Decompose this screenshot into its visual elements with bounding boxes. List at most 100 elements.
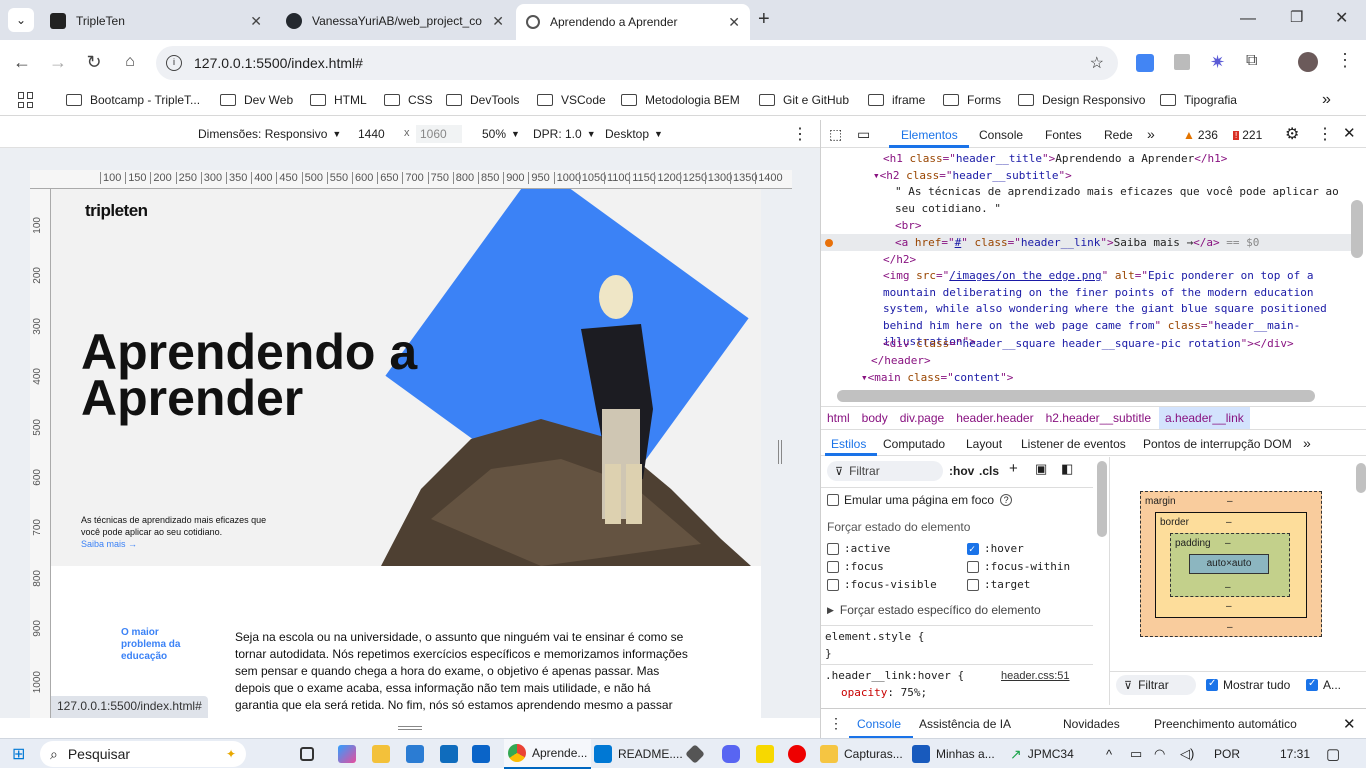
warnings-badge[interactable]: ▲ 236 <box>1183 128 1218 142</box>
extensions-puzzle-icon[interactable]: ⧉ <box>1246 52 1257 70</box>
width-input[interactable]: 1440 <box>356 125 400 143</box>
dom-line[interactable]: </h2> <box>883 252 916 269</box>
height-input[interactable]: 1060 <box>416 125 462 143</box>
sidebar-toggle-icon[interactable]: ◧ <box>1061 461 1073 477</box>
language-indicator[interactable]: POR <box>1214 739 1240 769</box>
box-content[interactable]: auto×auto <box>1189 554 1269 574</box>
hover-rule-selector[interactable]: .header__link:hover { <box>825 668 964 685</box>
address-bar[interactable]: i 127.0.0.1:5500/index.html# ☆ <box>156 46 1118 80</box>
outlook-icon[interactable] <box>472 739 496 769</box>
rule-declaration[interactable]: opacity: 75%; <box>841 685 927 702</box>
breadcrumb-item[interactable]: body <box>862 411 888 425</box>
volume-icon[interactable]: ◁) <box>1180 739 1194 769</box>
tab-sources[interactable]: Fontes <box>1045 128 1082 142</box>
discord-icon[interactable] <box>722 739 746 769</box>
taskbar-chrome[interactable]: Aprende... <box>504 739 592 769</box>
close-window-button[interactable]: ✕ <box>1335 8 1348 28</box>
bookmark-item[interactable]: VSCode <box>537 84 606 116</box>
tab-computed[interactable]: Computado <box>883 437 945 451</box>
dom-line[interactable]: ▾<h2 class="header__subtitle"> <box>873 168 1072 185</box>
settings-gear-icon[interactable]: ⚙ <box>1285 124 1299 144</box>
close-drawer-icon[interactable]: ✕ <box>1343 715 1356 733</box>
bookmark-item[interactable]: Metodologia BEM <box>621 84 740 116</box>
dom-h-scrollbar[interactable] <box>837 390 1315 402</box>
bookmark-item[interactable]: DevTools <box>446 84 519 116</box>
tab-console[interactable]: Console <box>979 128 1023 142</box>
bookmark-item[interactable]: HTML <box>310 84 367 116</box>
tab-styles[interactable]: Estilos <box>831 437 866 451</box>
dom-scrollbar[interactable] <box>1351 200 1363 258</box>
new-rule-icon[interactable]: + <box>1009 460 1018 477</box>
breadcrumb-item[interactable]: div.page <box>900 411 944 425</box>
more-style-tabs-icon[interactable]: » <box>1303 435 1311 451</box>
box-border[interactable]: border – padding – auto×auto – – <box>1155 512 1307 618</box>
header-link[interactable]: Saiba mais → <box>81 539 137 549</box>
taskbar-word[interactable]: Minhas a... <box>912 739 995 769</box>
tab-event-listeners[interactable]: Listener de eventos <box>1021 437 1126 451</box>
dom-line[interactable]: <br> <box>895 218 922 235</box>
bookmark-item[interactable]: Design Responsivo <box>1018 84 1145 116</box>
task-view-icon[interactable] <box>300 739 320 769</box>
close-icon[interactable]: ✕ <box>250 13 262 30</box>
notifications-icon[interactable]: ▢ <box>1326 739 1340 769</box>
apps-grid-icon[interactable] <box>18 92 34 108</box>
taskbar-captures[interactable]: Capturas... <box>820 739 903 769</box>
site-info-icon[interactable]: i <box>166 55 182 71</box>
devtools-menu-icon[interactable]: ⋮ <box>1317 124 1333 144</box>
close-icon[interactable]: ✕ <box>728 14 740 31</box>
state-focus-visible-checkbox[interactable]: :focus-visible <box>827 577 937 594</box>
resize-handle-right[interactable] <box>778 440 782 464</box>
bookmark-item[interactable]: Forms <box>943 84 1001 116</box>
dom-line[interactable]: <div class="header__square header__squar… <box>883 336 1294 353</box>
styles-scrollbar[interactable] <box>1097 461 1107 537</box>
stock-widget[interactable]: ↗ JPMC34 <box>1010 739 1074 769</box>
extension-star-icon[interactable]: ✷ <box>1210 52 1225 73</box>
taskbar-vscode[interactable]: README.... <box>594 739 683 769</box>
state-active-checkbox[interactable]: :active <box>827 541 890 558</box>
translate-icon[interactable] <box>1136 54 1154 72</box>
show-all-checkbox[interactable]: Mostrar tudo <box>1206 678 1290 692</box>
home-icon[interactable]: ⌂ <box>116 48 144 76</box>
forward-icon[interactable]: → <box>44 48 72 76</box>
device-toggle-icon[interactable]: ▭ <box>857 126 870 143</box>
cls-toggle[interactable]: .cls <box>979 464 999 478</box>
tab-aprendendo[interactable]: Aprendendo a Aprender ✕ <box>516 4 750 40</box>
device-more-icon[interactable]: ⋮ <box>792 124 808 144</box>
hov-toggle[interactable]: :hov <box>949 464 974 478</box>
copilot-icon[interactable] <box>338 739 362 769</box>
emulate-focus-checkbox[interactable]: Emular uma página em foco? <box>827 493 1013 507</box>
bookmark-item[interactable]: iframe <box>868 84 925 116</box>
box-margin[interactable]: margin – border – padding – auto×auto – … <box>1140 491 1322 637</box>
app-icon[interactable] <box>406 739 430 769</box>
back-icon[interactable]: ← <box>8 48 36 76</box>
profile-avatar[interactable] <box>1298 52 1318 72</box>
group-checkbox[interactable]: A... <box>1306 678 1341 692</box>
tray-expand-icon[interactable]: ^ <box>1106 739 1112 769</box>
taskbar-search[interactable]: ⌕ Pesquisar ✦ <box>40 741 246 767</box>
extension-icon[interactable] <box>1174 54 1190 70</box>
tab-layout[interactable]: Layout <box>966 437 1002 451</box>
bookmark-item[interactable]: Bootcamp - TripleT... <box>66 84 200 116</box>
bookmark-item[interactable]: Dev Web <box>220 84 293 116</box>
git-icon[interactable] <box>685 739 708 769</box>
element-style-rule[interactable]: element.style { <box>825 629 924 646</box>
box-padding[interactable]: padding – auto×auto – <box>1170 533 1290 597</box>
drawer-tab-ai[interactable]: Assistência de IA <box>919 717 1011 731</box>
dimensions-select[interactable]: Dimensões: Responsivo ▼ <box>198 127 341 141</box>
resize-handle-bottom[interactable] <box>398 726 422 730</box>
wifi-icon[interactable]: ◠ <box>1154 739 1165 769</box>
zoom-select[interactable]: 50% ▼ <box>482 127 520 141</box>
drawer-tab-whatsnew[interactable]: Novidades <box>1063 717 1120 731</box>
windows-start-icon[interactable]: ⊞ <box>12 739 25 769</box>
sticky-notes-icon[interactable] <box>756 739 780 769</box>
state-target-checkbox[interactable]: :target <box>967 577 1030 594</box>
more-tabs-icon[interactable]: » <box>1147 126 1155 142</box>
close-devtools-icon[interactable]: ✕ <box>1343 124 1356 142</box>
tab-search-button[interactable]: ⌄ <box>8 8 34 32</box>
box-scrollbar[interactable] <box>1356 463 1366 493</box>
tab-dom-breakpoints[interactable]: Pontos de interrupção DOM <box>1143 437 1292 451</box>
state-focus-checkbox[interactable]: :focus <box>827 559 884 576</box>
restore-button[interactable]: ❐ <box>1290 8 1303 26</box>
tab-github[interactable]: VanessaYuriAB/web_project_co ✕ <box>276 6 514 36</box>
tab-tripleten[interactable]: TripleTen ✕ <box>40 6 272 36</box>
